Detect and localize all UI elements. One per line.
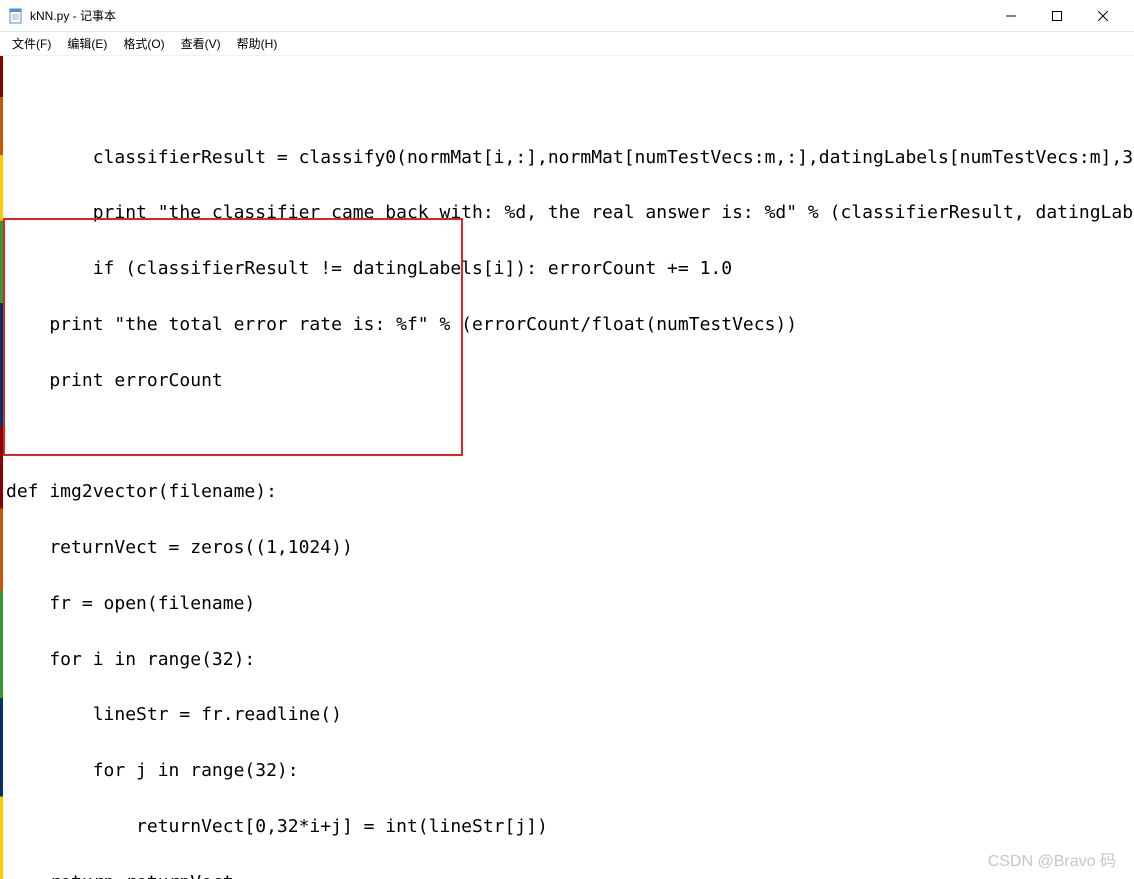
watermark-text: CSDN @Bravo 码 xyxy=(988,847,1116,871)
maximize-button[interactable] xyxy=(1034,0,1080,32)
titlebar: kNN.py - 记事本 xyxy=(0,0,1134,32)
code-line: returnVect[0,32*i+j] = int(lineStr[j]) xyxy=(6,813,1128,841)
code-line: if (classifierResult != datingLabels[i])… xyxy=(6,255,1128,283)
code-line: fr = open(filename) xyxy=(6,590,1128,618)
code-line xyxy=(6,423,1128,451)
menubar: 文件(F) 编辑(E) 格式(O) 查看(V) 帮助(H) xyxy=(0,32,1134,56)
window-controls xyxy=(988,0,1126,32)
code-line: returnVect = zeros((1,1024)) xyxy=(6,534,1128,562)
code-line: print errorCount xyxy=(6,367,1128,395)
menu-edit[interactable]: 编辑(E) xyxy=(63,33,111,54)
code-line: lineStr = fr.readline() xyxy=(6,701,1128,729)
menu-view[interactable]: 查看(V) xyxy=(177,33,225,54)
code-line: classifierResult = classify0(normMat[i,:… xyxy=(6,144,1128,172)
code-content: classifierResult = classify0(normMat[i,:… xyxy=(6,116,1128,879)
text-editor[interactable]: classifierResult = classify0(normMat[i,:… xyxy=(0,56,1134,879)
menu-help[interactable]: 帮助(H) xyxy=(233,33,282,54)
minimize-button[interactable] xyxy=(988,0,1034,32)
code-line: for i in range(32): xyxy=(6,646,1128,674)
menu-format[interactable]: 格式(O) xyxy=(119,33,168,54)
code-line: def img2vector(filename): xyxy=(6,478,1128,506)
window-title: kNN.py - 记事本 xyxy=(30,7,116,24)
code-line: return returnVect xyxy=(6,869,1128,879)
code-line: print "the classifier came back with: %d… xyxy=(6,199,1128,227)
code-line: print "the total error rate is: %f" % (e… xyxy=(6,311,1128,339)
menu-file[interactable]: 文件(F) xyxy=(8,33,55,54)
close-button[interactable] xyxy=(1080,0,1126,32)
notepad-icon xyxy=(8,8,24,24)
code-line: for j in range(32): xyxy=(6,757,1128,785)
